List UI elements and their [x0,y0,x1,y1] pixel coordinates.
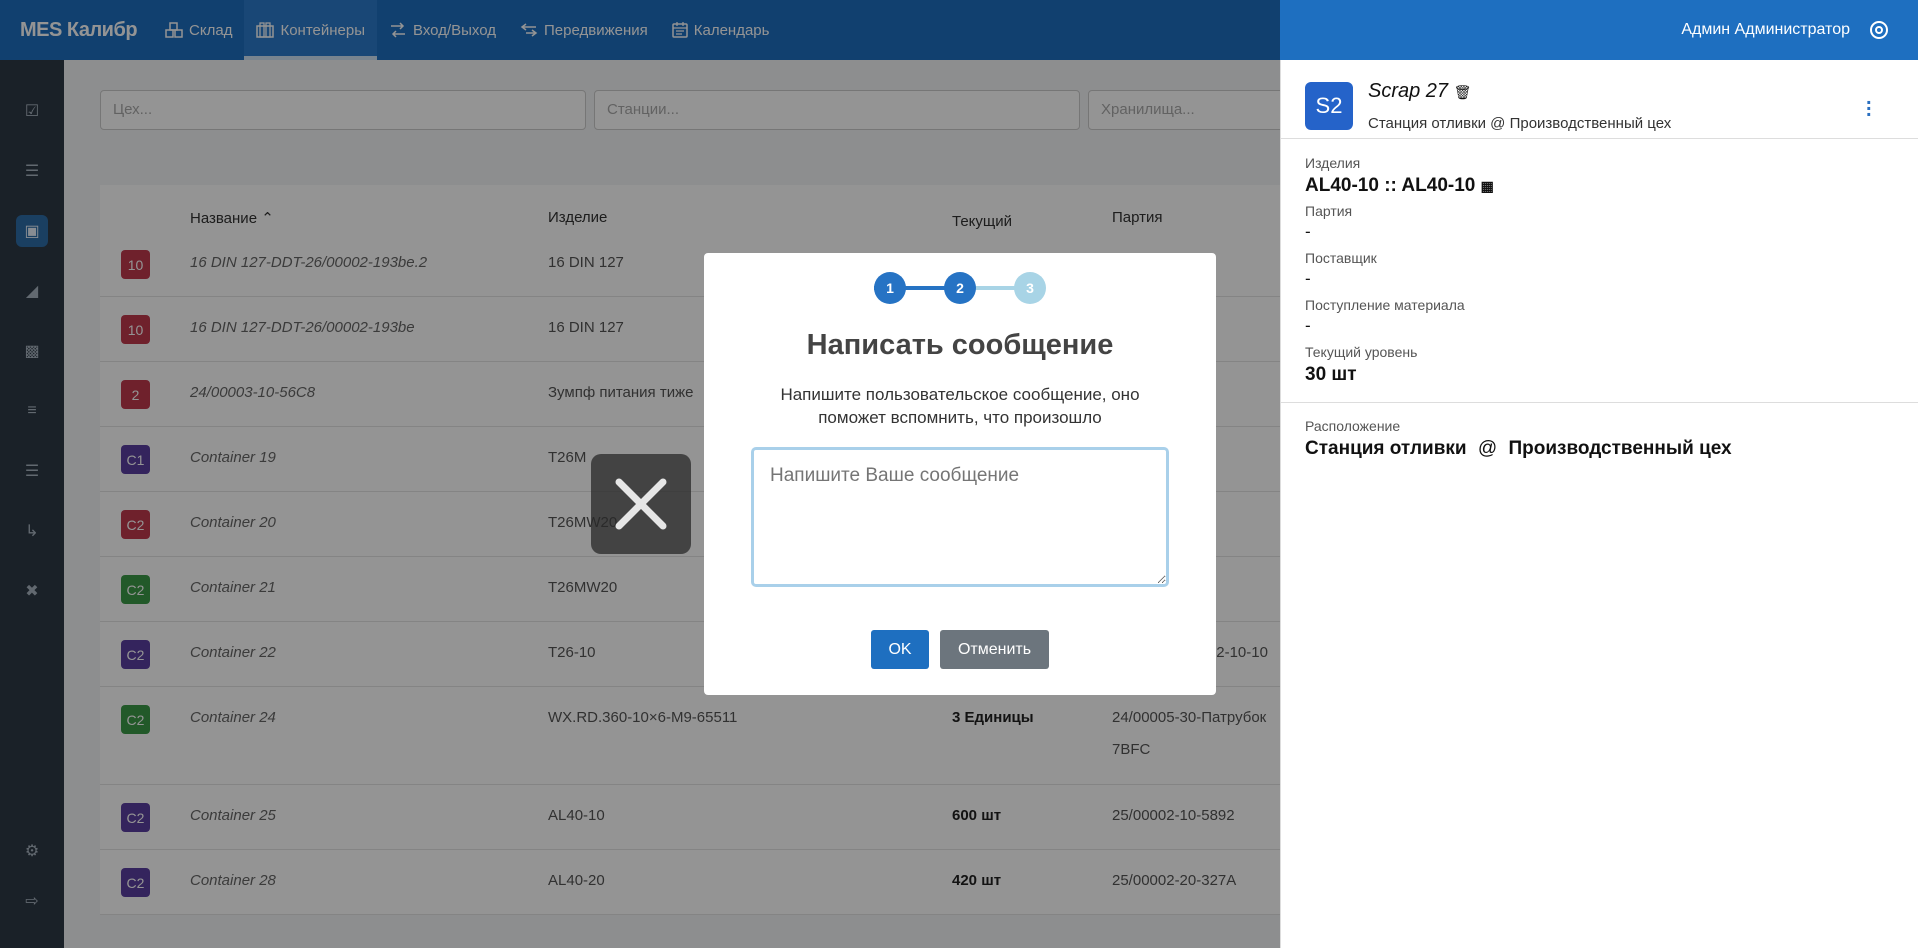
supplier-label: Поставщик [1305,250,1377,266]
modal-description: Напишите пользовательское сообщение, оно… [780,385,1140,427]
level-value: 30 шт [1305,364,1357,385]
batch-value: - [1305,222,1311,241]
location-workshop[interactable]: Производственный цех [1508,438,1731,459]
location-station[interactable]: Станция отливки [1305,438,1467,459]
trash-icon[interactable]: 🗑 [1454,84,1472,100]
ok-button[interactable]: OK [871,630,929,669]
product-label: Изделия [1305,155,1361,171]
level-label: Текущий уровень [1305,344,1418,360]
message-modal: 1 2 3 Написать сообщение Напишите пользо… [704,253,1216,695]
detail-panel: S2 Scrap 27 🗑 Станция отливки @ Производ… [1280,60,1918,948]
step-3: 3 [1014,272,1046,304]
panel-subtitle: Станция отливки @ Производственный цех [1368,115,1672,132]
more-menu-icon[interactable]: ... [1866,88,1872,120]
modal-title: Написать сообщение [806,329,1114,361]
batch-label: Партия [1305,203,1353,219]
message-input[interactable] [751,447,1169,587]
step-2: 2 [944,272,976,304]
receipt-value: - [1305,316,1311,335]
panel-title: Scrap 27 🗑 [1368,80,1472,102]
divider [1281,138,1918,139]
user-name[interactable]: Админ Администратор [1681,21,1850,39]
receipt-label: Поступление материала [1305,297,1465,313]
product-value[interactable]: AL40-10 :: AL40-10 ▦ [1305,175,1494,197]
close-icon [615,478,667,530]
supplier-value: - [1305,269,1311,288]
location-at: @ [1477,438,1498,459]
logout-icon[interactable] [1868,19,1890,41]
step-1: 1 [874,272,906,304]
location-value: Станция отливки @ Производственный цех [1305,438,1732,460]
cancel-button[interactable]: Отменить [940,630,1049,669]
divider [1281,402,1918,403]
hierarchy-icon: ▦ [1480,178,1494,194]
container-avatar: S2 [1305,82,1353,130]
close-modal-button[interactable] [591,454,691,554]
location-label: Расположение [1305,418,1401,434]
